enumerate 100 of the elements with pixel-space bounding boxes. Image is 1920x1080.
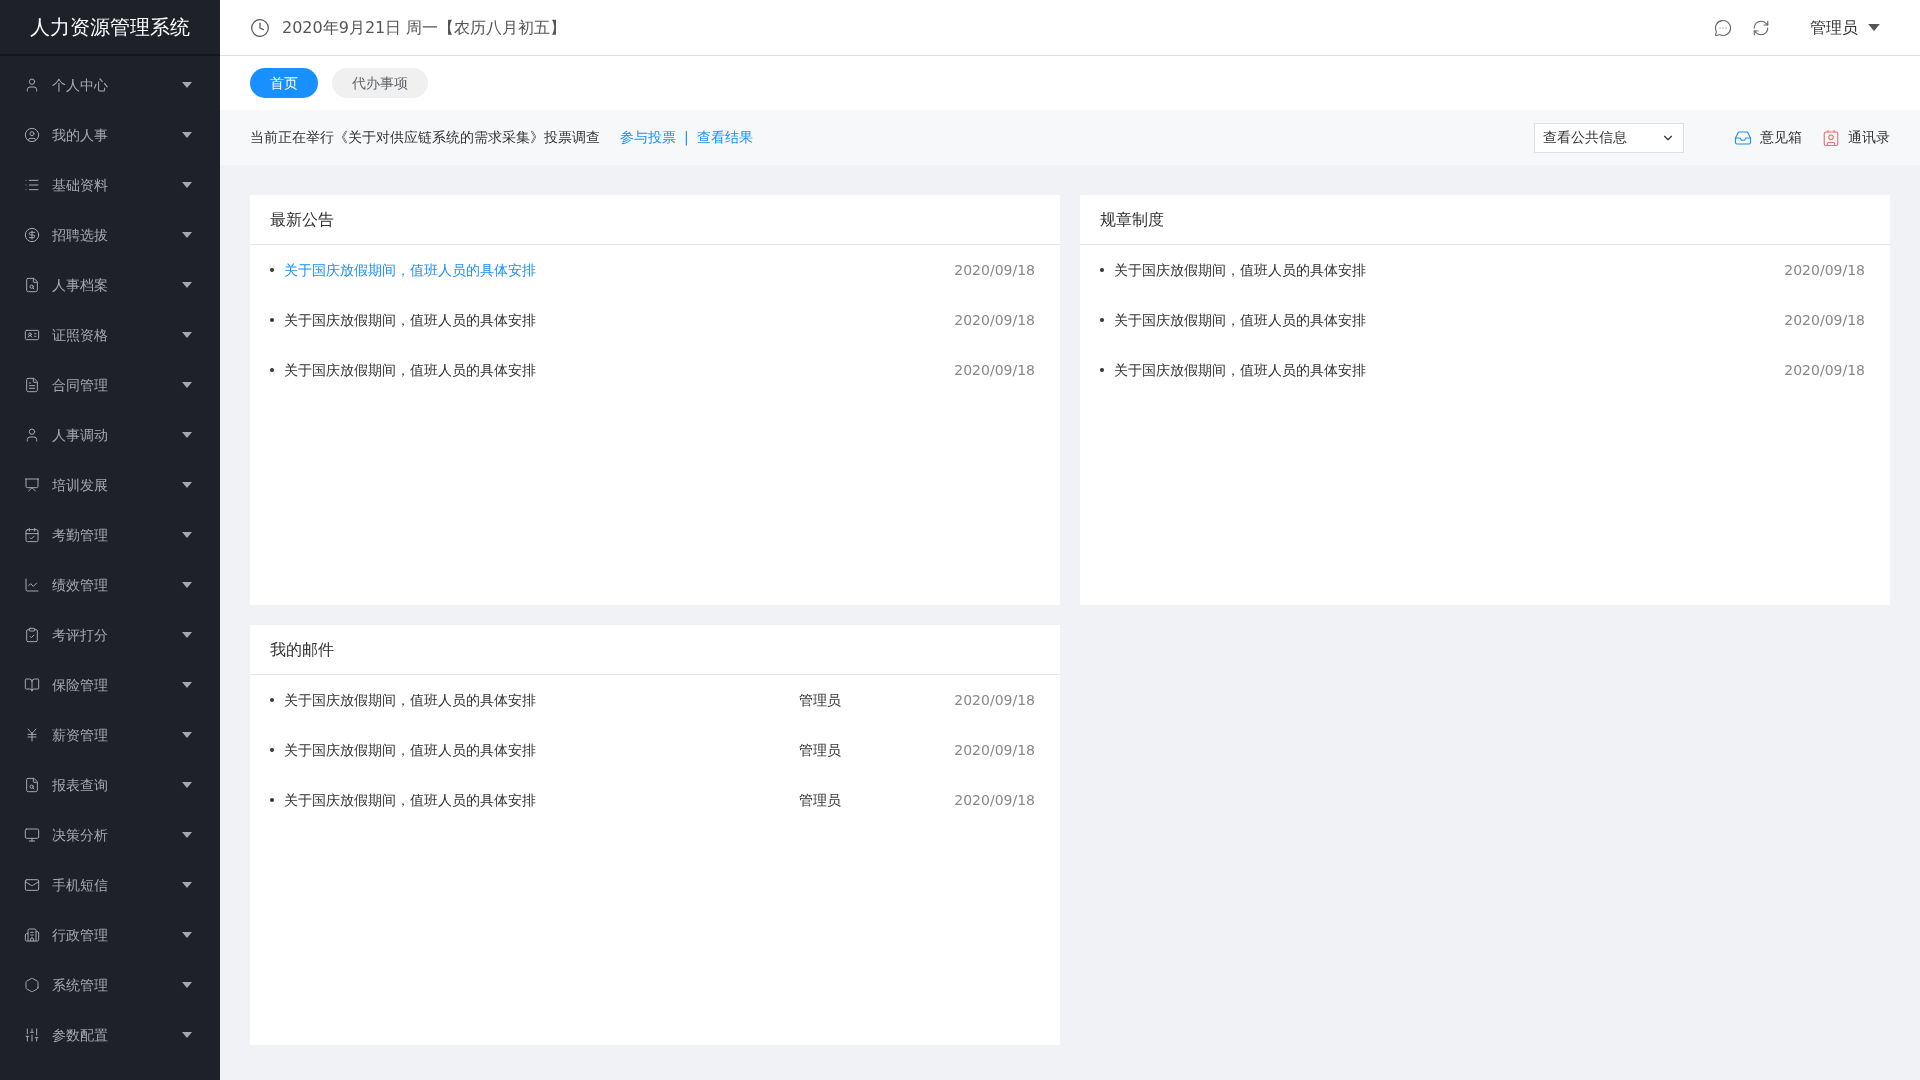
user-menu[interactable]: 管理员	[1810, 15, 1880, 40]
caret-icon	[182, 1032, 192, 1038]
coin-icon	[24, 227, 40, 243]
sidebar-item[interactable]: 决策分析	[0, 810, 220, 860]
sidebar-item[interactable]: 人事档案	[0, 260, 220, 310]
sidebar-item[interactable]: 考评打分	[0, 610, 220, 660]
caret-icon	[182, 982, 192, 988]
card-title: 我的邮件	[270, 638, 334, 661]
toolbar-link[interactable]: 通讯录	[1822, 127, 1890, 148]
sidebar-item[interactable]: 合同管理	[0, 360, 220, 410]
regulation-link[interactable]: 关于国庆放假期间，值班人员的具体安排	[1114, 359, 1785, 381]
info-select[interactable]: 查看公共信息	[1534, 122, 1684, 153]
sidebar-item[interactable]: 证照资格	[0, 310, 220, 360]
bullet-icon	[270, 268, 274, 272]
bullet-icon	[270, 698, 274, 702]
mail-icon	[24, 877, 40, 893]
sidebar-item[interactable]: 薪资管理	[0, 710, 220, 760]
caret-icon	[182, 132, 192, 138]
caret-icon	[182, 782, 192, 788]
caret-icon	[182, 632, 192, 638]
date-text: 2020年9月21日 周一【农历八月初五】	[282, 16, 568, 39]
user-icon	[24, 427, 40, 443]
id-card-icon	[24, 327, 40, 343]
caret-icon	[182, 382, 192, 388]
refresh-icon[interactable]	[1752, 18, 1770, 37]
date-text: 2020/09/18	[1784, 310, 1865, 330]
caret-icon	[182, 882, 192, 888]
mail-link[interactable]: 关于国庆放假期间，值班人员的具体安排	[284, 689, 800, 711]
announcement-link[interactable]: 关于国庆放假期间，值班人员的具体安排	[284, 309, 955, 331]
user-circle-icon	[24, 127, 40, 143]
date-text: 2020/09/18	[1784, 260, 1865, 280]
sender-text: 管理员	[799, 790, 843, 810]
contacts-icon	[1822, 128, 1840, 147]
regulation-link[interactable]: 关于国庆放假期间，值班人员的具体安排	[1114, 259, 1785, 281]
announcement-link[interactable]: 关于国庆放假期间，值班人员的具体安排	[284, 359, 955, 381]
bullet-icon	[270, 368, 274, 372]
caret-icon	[182, 232, 192, 238]
user-icon	[24, 77, 40, 93]
toolbar-link[interactable]: 意见箱	[1734, 127, 1802, 148]
building-icon	[24, 927, 40, 943]
sidebar-item[interactable]: 我的人事	[0, 110, 220, 160]
sidebar-item[interactable]: 考勤管理	[0, 510, 220, 560]
notice-text: 当前正在举行《关于对供应链系统的需求采集》投票调查	[250, 128, 600, 147]
caret-icon	[182, 832, 192, 838]
sender-text: 管理员	[799, 690, 843, 710]
bullet-icon	[1100, 318, 1104, 322]
file-search-icon	[24, 277, 40, 293]
caret-icon	[182, 932, 192, 938]
caret-icon	[182, 682, 192, 688]
sidebar-item[interactable]: 培训发展	[0, 460, 220, 510]
hexagon-icon	[24, 977, 40, 993]
caret-icon	[182, 732, 192, 738]
sender-text: 管理员	[799, 740, 843, 760]
calendar-icon	[24, 527, 40, 543]
caret-icon	[182, 332, 192, 338]
mail-link[interactable]: 关于国庆放假期间，值班人员的具体安排	[284, 739, 800, 761]
regulation-link[interactable]: 关于国庆放假期间，值班人员的具体安排	[1114, 309, 1785, 331]
caret-icon	[182, 432, 192, 438]
sidebar-item[interactable]: 系统管理	[0, 960, 220, 1010]
book-icon	[24, 677, 40, 693]
sidebar-item[interactable]: 手机短信	[0, 860, 220, 910]
sidebar-item[interactable]: 基础资料	[0, 160, 220, 210]
bullet-icon	[270, 798, 274, 802]
tab[interactable]: 代办事项	[332, 68, 428, 98]
caret-icon	[182, 182, 192, 188]
monitor-icon	[24, 827, 40, 843]
separator-text: |	[684, 128, 689, 148]
card-title: 最新公告	[270, 208, 334, 231]
sidebar-item[interactable]: 招聘选拔	[0, 210, 220, 260]
date-text: 2020/09/18	[954, 360, 1035, 380]
bullet-icon	[270, 748, 274, 752]
clock-icon	[250, 17, 270, 38]
clipboard-icon	[24, 627, 40, 643]
sidebar-item[interactable]: 个人中心	[0, 60, 220, 110]
caret-icon	[182, 582, 192, 588]
sidebar-item[interactable]: 保险管理	[0, 660, 220, 710]
caret-icon	[1868, 24, 1880, 31]
caret-icon	[182, 532, 192, 538]
chart-icon	[24, 577, 40, 593]
message-icon[interactable]	[1714, 18, 1732, 37]
date-text: 2020/09/18	[1784, 360, 1865, 380]
date-text: 2020/09/18	[954, 260, 1035, 280]
sidebar-item[interactable]: 人事调动	[0, 410, 220, 460]
sidebar-item[interactable]: 参数配置	[0, 1010, 220, 1060]
caret-icon	[182, 82, 192, 88]
sidebar-item[interactable]: 绩效管理	[0, 560, 220, 610]
board-icon	[24, 477, 40, 493]
sidebar-item[interactable]: 报表查询	[0, 760, 220, 810]
bullet-icon	[1100, 368, 1104, 372]
bullet-icon	[270, 318, 274, 322]
app-title: 人力资源管理系统	[30, 14, 190, 41]
bullet-icon	[1100, 268, 1104, 272]
date-text: 2020/09/18	[954, 790, 1035, 810]
mail-link[interactable]: 关于国庆放假期间，值班人员的具体安排	[284, 789, 800, 811]
caret-icon	[182, 482, 192, 488]
date-text: 2020/09/18	[954, 310, 1035, 330]
caret-icon	[182, 282, 192, 288]
date-text: 2020/09/18	[954, 690, 1035, 710]
date-text: 2020/09/18	[954, 740, 1035, 760]
sidebar-item[interactable]: 行政管理	[0, 910, 220, 960]
